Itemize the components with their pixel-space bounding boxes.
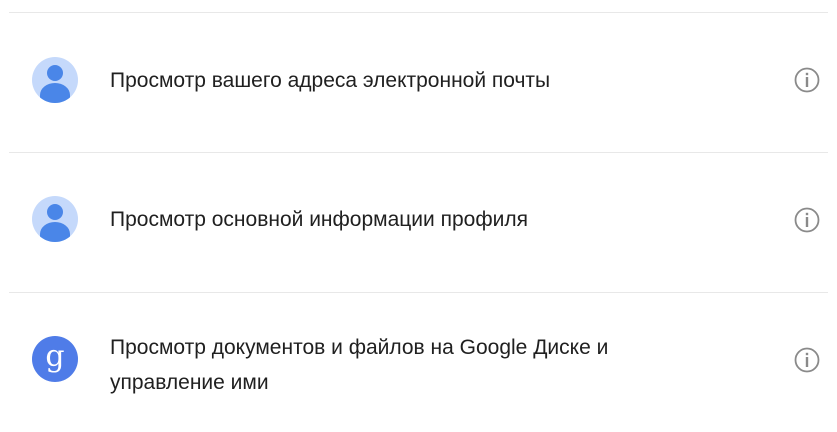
permission-label: Просмотр основной информации профиля (110, 208, 528, 231)
person-avatar-icon (32, 196, 78, 242)
permission-label-line-1: Просмотр документов и файлов на Google Д… (110, 336, 609, 359)
permission-item-drive: g Просмотр документов и файлов на Google… (0, 292, 837, 432)
permission-item-email: Просмотр вашего адреса электронной почты (0, 12, 837, 152)
person-avatar-icon (32, 57, 78, 103)
permission-label-line-2: управление ими (110, 371, 269, 394)
g-glyph: g (45, 339, 65, 374)
info-icon[interactable] (794, 207, 820, 233)
permission-item-profile: Просмотр основной информации профиля (0, 152, 837, 292)
google-drive-g-icon: g (32, 336, 78, 382)
info-icon[interactable] (794, 67, 820, 93)
info-icon[interactable] (794, 347, 820, 373)
permission-label: Просмотр вашего адреса электронной почты (110, 69, 551, 92)
permissions-list: Просмотр вашего адреса электронной почты… (0, 0, 837, 432)
